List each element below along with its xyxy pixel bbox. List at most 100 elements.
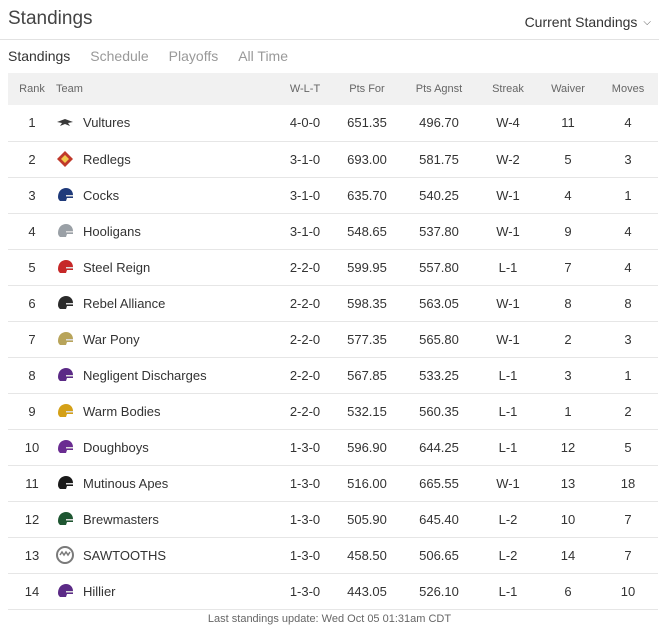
rank-cell: 6 xyxy=(28,295,36,311)
wlt-cell: 1-3-0 xyxy=(289,583,321,599)
helmet-logo-icon xyxy=(56,438,74,456)
column-header-waiver[interactable]: Waiver xyxy=(538,73,598,105)
streak-cell: W-1 xyxy=(496,331,520,347)
wlt-cell: 1-3-0 xyxy=(289,511,321,527)
wlt-cell: 1-3-0 xyxy=(289,439,321,455)
pts-agnst-cell: 644.25 xyxy=(419,439,459,455)
rank-cell: 2 xyxy=(28,151,36,167)
dropdown-label: Current Standings xyxy=(524,14,638,30)
rank-cell: 11 xyxy=(25,475,39,491)
moves-cell: 4 xyxy=(624,223,632,239)
helmet-logo-icon xyxy=(56,258,74,276)
streak-cell: W-1 xyxy=(496,475,520,491)
table-row: 13 SAWTOOTHS 1-3-0 458.50 506.65 L-2 14 7 xyxy=(8,537,658,573)
column-header-moves[interactable]: Moves xyxy=(598,73,658,105)
moves-cell: 1 xyxy=(624,187,632,203)
moves-cell: 2 xyxy=(624,403,632,419)
team-cell: Rebel Alliance xyxy=(56,285,276,321)
streak-cell: L-2 xyxy=(498,547,518,563)
waiver-cell: 5 xyxy=(564,151,572,167)
moves-cell: 8 xyxy=(624,295,632,311)
streak-cell: L-1 xyxy=(498,259,518,275)
pts-for-cell: 443.05 xyxy=(347,583,387,599)
pts-for-cell: 532.15 xyxy=(347,403,387,419)
table-row: 4 Hooligans 3-1-0 548.65 537.80 W-1 9 4 xyxy=(8,213,658,249)
waiver-cell: 8 xyxy=(564,295,572,311)
page-title: Standings xyxy=(8,8,93,29)
table-row: 8 Negligent Discharges 2-2-0 567.85 533.25 L-… xyxy=(8,357,658,393)
standings-view-dropdown[interactable]: Current Standings ⌵ xyxy=(525,14,651,30)
team-name-link[interactable]: Mutinous Apes xyxy=(83,476,168,491)
tab-bar: Standings Schedule Playoffs All Time xyxy=(8,48,308,64)
team-cell: Mutinous Apes xyxy=(56,465,276,501)
waiver-cell: 10 xyxy=(560,511,576,527)
moves-cell: 7 xyxy=(624,547,632,563)
waiver-cell: 14 xyxy=(560,547,576,563)
pts-for-cell: 596.90 xyxy=(347,439,387,455)
streak-cell: L-1 xyxy=(498,583,518,599)
team-name-link[interactable]: Negligent Discharges xyxy=(83,368,207,383)
streak-cell: L-1 xyxy=(498,439,518,455)
vulture-logo-icon xyxy=(56,114,74,132)
team-name-link[interactable]: Hooligans xyxy=(83,224,141,239)
helmet-logo-icon xyxy=(56,222,74,240)
table-row: 3 Cocks 3-1-0 635.70 540.25 W-1 4 1 xyxy=(8,177,658,213)
pts-for-cell: 599.95 xyxy=(347,259,387,275)
column-header-pts-agnst[interactable]: Pts Agnst xyxy=(400,73,478,105)
tab-schedule[interactable]: Schedule xyxy=(90,48,148,64)
moves-cell: 10 xyxy=(620,583,636,599)
table-row: 10 Doughboys 1-3-0 596.90 644.25 L-1 12 5 xyxy=(8,429,658,465)
pts-for-cell: 577.35 xyxy=(347,331,387,347)
team-name-link[interactable]: Doughboys xyxy=(83,440,149,455)
wlt-cell: 4-0-0 xyxy=(289,115,321,131)
table-row: 2 Redlegs 3-1-0 693.00 581.75 W-2 5 3 xyxy=(8,141,658,177)
team-name-link[interactable]: Hillier xyxy=(83,584,116,599)
rank-cell: 8 xyxy=(28,367,36,383)
team-name-link[interactable]: War Pony xyxy=(83,332,140,347)
team-name-link[interactable]: Steel Reign xyxy=(83,260,150,275)
pts-for-cell: 458.50 xyxy=(347,547,387,563)
team-name-link[interactable]: SAWTOOTHS xyxy=(83,548,166,563)
team-name-link[interactable]: Warm Bodies xyxy=(83,404,161,419)
moves-cell: 7 xyxy=(624,511,632,527)
chevron-down-icon: ⌵ xyxy=(643,16,651,28)
team-cell: Hooligans xyxy=(56,213,276,249)
team-cell: War Pony xyxy=(56,321,276,357)
wlt-cell: 3-1-0 xyxy=(289,187,321,203)
pts-for-cell: 693.00 xyxy=(347,151,387,167)
tab-standings[interactable]: Standings xyxy=(8,48,70,64)
team-name-link[interactable]: Rebel Alliance xyxy=(83,296,165,311)
moves-cell: 4 xyxy=(624,259,632,275)
tab-all-time[interactable]: All Time xyxy=(238,48,288,64)
rank-cell: 5 xyxy=(28,259,36,275)
column-header-wlt[interactable]: W-L-T xyxy=(276,73,334,105)
streak-cell: L-1 xyxy=(498,403,518,419)
waiver-cell: 7 xyxy=(564,259,572,275)
column-header-streak[interactable]: Streak xyxy=(478,73,538,105)
tab-playoffs[interactable]: Playoffs xyxy=(169,48,219,64)
wlt-cell: 2-2-0 xyxy=(289,367,321,383)
pts-agnst-cell: 581.75 xyxy=(419,151,459,167)
pts-for-cell: 598.35 xyxy=(347,295,387,311)
standings-table: Rank Team W-L-T Pts For Pts Agnst Streak… xyxy=(8,73,658,610)
streak-cell: W-4 xyxy=(496,115,520,131)
team-name-link[interactable]: Cocks xyxy=(83,188,119,203)
table-row: 1 Vultures 4-0-0 651.35 496.70 W-4 11 4 xyxy=(8,105,658,141)
rank-cell: 3 xyxy=(28,187,36,203)
waiver-cell: 6 xyxy=(564,583,572,599)
table-row: 5 Steel Reign 2-2-0 599.95 557.80 L-1 7 4 xyxy=(8,249,658,285)
wlt-cell: 2-2-0 xyxy=(289,403,321,419)
column-header-pts-for[interactable]: Pts For xyxy=(334,73,400,105)
moves-cell: 3 xyxy=(624,331,632,347)
streak-cell: W-2 xyxy=(496,151,520,167)
wlt-cell: 2-2-0 xyxy=(289,295,321,311)
team-cell: Vultures xyxy=(56,105,276,141)
team-cell: Steel Reign xyxy=(56,249,276,285)
team-cell: Cocks xyxy=(56,177,276,213)
team-name-link[interactable]: Redlegs xyxy=(83,152,131,167)
column-header-rank[interactable]: Rank xyxy=(8,73,56,105)
column-header-team[interactable]: Team xyxy=(56,73,276,105)
team-name-link[interactable]: Vultures xyxy=(83,115,130,130)
team-name-link[interactable]: Brewmasters xyxy=(83,512,159,527)
pts-for-cell: 516.00 xyxy=(347,475,387,491)
